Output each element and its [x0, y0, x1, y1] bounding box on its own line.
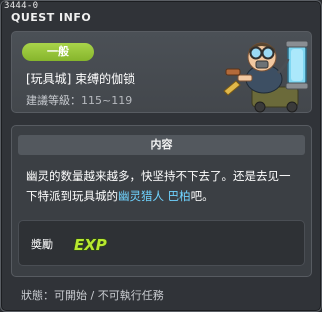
- npc-name-highlight: 幽灵猎人 巴柏: [118, 189, 191, 203]
- level-range: 115~119: [81, 94, 133, 107]
- quest-type-badge: 一般: [22, 43, 94, 61]
- level-label: 建議等級：: [26, 94, 81, 107]
- quest-content-panel: 内容 幽灵的数量越来越多，快坚持不下去了。还是去见一下特派到玩具城的幽灵猎人 巴…: [11, 125, 312, 277]
- description-text-2: 吧。: [190, 189, 214, 203]
- quest-id: 3444-0: [4, 1, 39, 11]
- reward-label: 奬勵: [31, 238, 53, 251]
- exp-icon-text: EXP: [74, 236, 107, 254]
- quest-info-window: 3444-0 QUEST INFO 一般 [玩具城] 束缚的伽锁 建議等級：11…: [0, 0, 322, 312]
- reward-box: 奬勵 EXP: [18, 220, 305, 266]
- recommended-level: 建議等級：115~119: [26, 92, 132, 108]
- quest-description: 幽灵的数量越来越多，快坚持不下去了。还是去见一下特派到玩具城的幽灵猎人 巴柏吧。: [26, 166, 301, 206]
- npc-portrait-icon: [223, 40, 309, 113]
- window-title: QUEST INFO: [11, 11, 92, 24]
- quest-header-panel: 一般 [玩具城] 束缚的伽锁 建議等級：115~119: [11, 31, 312, 113]
- exp-icon: EXP: [73, 235, 107, 254]
- content-section-title: 内容: [18, 135, 305, 155]
- quest-name: [玩具城] 束缚的伽锁: [26, 72, 136, 86]
- quest-status: 狀態：可開始 / 不可執行任務: [21, 289, 164, 302]
